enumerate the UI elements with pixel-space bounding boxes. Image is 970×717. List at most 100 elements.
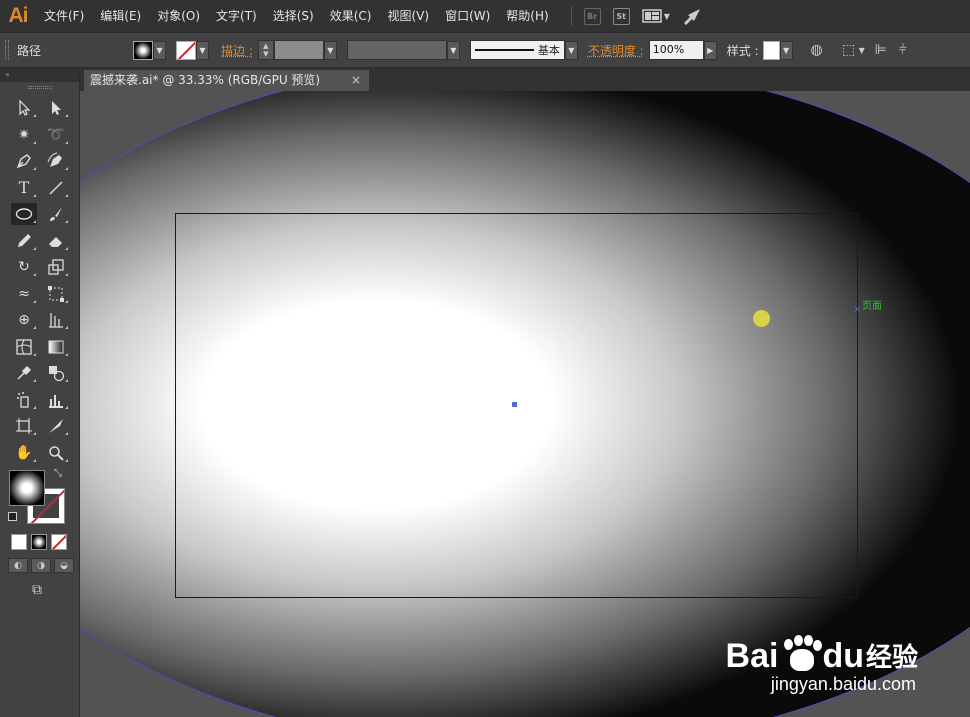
opacity-dropdown[interactable]: ▶ [703, 40, 717, 60]
artboard-icon [16, 418, 32, 435]
lasso-tool[interactable]: ➰ [43, 124, 69, 146]
menu-type[interactable]: 文字(T) [208, 4, 265, 28]
pen-tool[interactable] [11, 150, 37, 172]
magic-wand-tool[interactable]: ✷ [11, 124, 37, 146]
draw-behind-button[interactable]: ◑ [31, 558, 51, 573]
align-left-icon[interactable]: ⊫ [871, 40, 891, 60]
direct-selection-tool[interactable] [43, 97, 69, 119]
menu-help[interactable]: 帮助(H) [498, 4, 556, 28]
menu-effect[interactable]: 效果(C) [322, 4, 380, 28]
fill-color-box[interactable] [9, 470, 45, 506]
main-menu: 文件(F) 编辑(E) 对象(O) 文字(T) 选择(S) 效果(C) 视图(V… [36, 0, 557, 32]
default-fill-stroke-icon[interactable] [8, 512, 17, 521]
align-center-icon[interactable]: ⫩ [893, 40, 913, 60]
menu-select[interactable]: 选择(S) [265, 4, 322, 28]
tool-row: ↻ [0, 254, 79, 281]
menu-file[interactable]: 文件(F) [36, 4, 92, 28]
stock-button[interactable]: St [612, 7, 630, 25]
draw-behind-icon: ◑ [37, 560, 45, 571]
stroke-weight-field[interactable] [273, 40, 324, 60]
ellipse-tool[interactable] [11, 203, 37, 226]
rocket-icon[interactable] [682, 7, 702, 25]
stroke-weight-dropdown[interactable]: ▼ [323, 40, 337, 60]
mesh-tool[interactable] [11, 336, 37, 358]
scale-icon [48, 259, 64, 275]
gradient-tool[interactable] [43, 336, 69, 358]
eyedropper-icon [17, 366, 32, 380]
fill-dropdown[interactable]: ▼ [153, 40, 166, 60]
pen-icon [16, 154, 31, 169]
brush-dropdown[interactable]: ▼ [564, 40, 578, 60]
slice-tool[interactable] [43, 415, 69, 437]
swap-fill-stroke-icon[interactable]: ⤡ [54, 468, 62, 479]
hand-tool[interactable]: ✋ [11, 442, 37, 464]
free-transform-tool[interactable] [43, 283, 69, 305]
stroke-swatch[interactable] [176, 40, 196, 60]
change-screen-mode-button[interactable]: ⧉ [25, 581, 49, 599]
color-mode-button[interactable] [11, 534, 27, 550]
menu-separator [570, 6, 572, 26]
opacity-field[interactable]: 100% [648, 40, 704, 60]
shape-builder-icon: ⊕ [18, 312, 30, 329]
scale-tool[interactable] [43, 256, 69, 278]
artboard-canvas[interactable]: × 页面 [80, 91, 970, 717]
stroke-dropdown[interactable]: ▼ [196, 40, 209, 60]
none-mode-button[interactable] [51, 534, 67, 550]
menu-view[interactable]: 视图(V) [379, 4, 437, 28]
eyedropper-tool[interactable] [11, 362, 37, 384]
shape-builder-tool[interactable]: ⊕ [11, 309, 37, 331]
draw-mode-row: ◐ ◑ ◒ [0, 558, 79, 573]
stroke-label-link[interactable]: 描边 : [221, 42, 253, 59]
stroke-weight-stepper[interactable]: ▲ ▼ [257, 40, 274, 60]
artboard-tool[interactable] [11, 415, 37, 437]
eraser-tool[interactable] [43, 230, 69, 252]
draw-normal-button[interactable]: ◐ [8, 558, 28, 573]
control-bar-grip[interactable] [5, 40, 9, 60]
menu-window[interactable]: 窗口(W) [437, 4, 498, 28]
free-transform-icon [48, 285, 64, 302]
bridge-button[interactable]: Br [583, 7, 601, 25]
chevron-down-icon[interactable]: ▼ [859, 46, 865, 55]
draw-inside-button[interactable]: ◒ [54, 558, 74, 573]
pencil-tool[interactable] [11, 230, 37, 252]
menu-object[interactable]: 对象(O) [149, 4, 208, 28]
graphic-style-swatch[interactable] [762, 40, 780, 60]
watermark-product: 经验 [865, 643, 918, 673]
opacity-label-link[interactable]: 不透明度 : [588, 42, 644, 59]
recolor-artwork-icon[interactable]: ◍ [807, 40, 827, 60]
perspective-grid-tool[interactable] [43, 309, 69, 331]
gradient-mode-button[interactable] [31, 534, 47, 550]
transform-reference-icon[interactable]: ⬚ [839, 40, 859, 60]
menu-bar: Ai 文件(F) 编辑(E) 对象(O) 文字(T) 选择(S) 效果(C) 视… [0, 0, 970, 32]
tools-panel-collapse[interactable]: « [0, 68, 79, 82]
close-tab-icon[interactable]: × [351, 70, 361, 91]
fill-swatch[interactable] [133, 40, 153, 60]
column-graph-tool[interactable] [43, 389, 69, 411]
width-tool[interactable]: ≈ [11, 283, 37, 305]
brush-definition[interactable]: 基本 [469, 40, 565, 60]
paintbrush-tool[interactable] [43, 203, 69, 225]
ellipse-center-point[interactable] [512, 402, 517, 407]
chevron-down-icon: ▼ [663, 11, 670, 21]
rotate-tool[interactable]: ↻ [11, 256, 37, 278]
type-tool[interactable]: T [11, 177, 37, 199]
selection-tool[interactable] [11, 97, 37, 119]
line-segment-tool[interactable] [43, 177, 69, 199]
tools-panel-grip[interactable] [27, 86, 52, 89]
chevron-down-icon: ▼ [568, 45, 575, 55]
pencil-icon [18, 233, 31, 247]
curvature-tool[interactable] [43, 150, 69, 172]
document-tab-bar: 震撼来袭.ai* @ 33.33% (RGB/GPU 预览) × [80, 68, 970, 91]
symbol-sprayer-tool[interactable] [11, 389, 37, 411]
graphic-style-dropdown[interactable]: ▼ [779, 40, 793, 60]
variable-width-dropdown[interactable]: ▼ [446, 40, 460, 60]
blend-tool[interactable] [43, 362, 69, 384]
workspace-switcher-button[interactable]: ▼ [641, 8, 670, 24]
arrow-cursor-filled-icon [52, 101, 61, 116]
menu-edit[interactable]: 编辑(E) [92, 4, 149, 28]
variable-width-field[interactable] [346, 40, 447, 60]
document-tab[interactable]: 震撼来袭.ai* @ 33.33% (RGB/GPU 预览) × [84, 70, 369, 91]
draw-inside-icon: ◒ [60, 560, 68, 571]
zoom-tool[interactable] [43, 442, 69, 464]
app-logo: Ai [8, 4, 29, 27]
